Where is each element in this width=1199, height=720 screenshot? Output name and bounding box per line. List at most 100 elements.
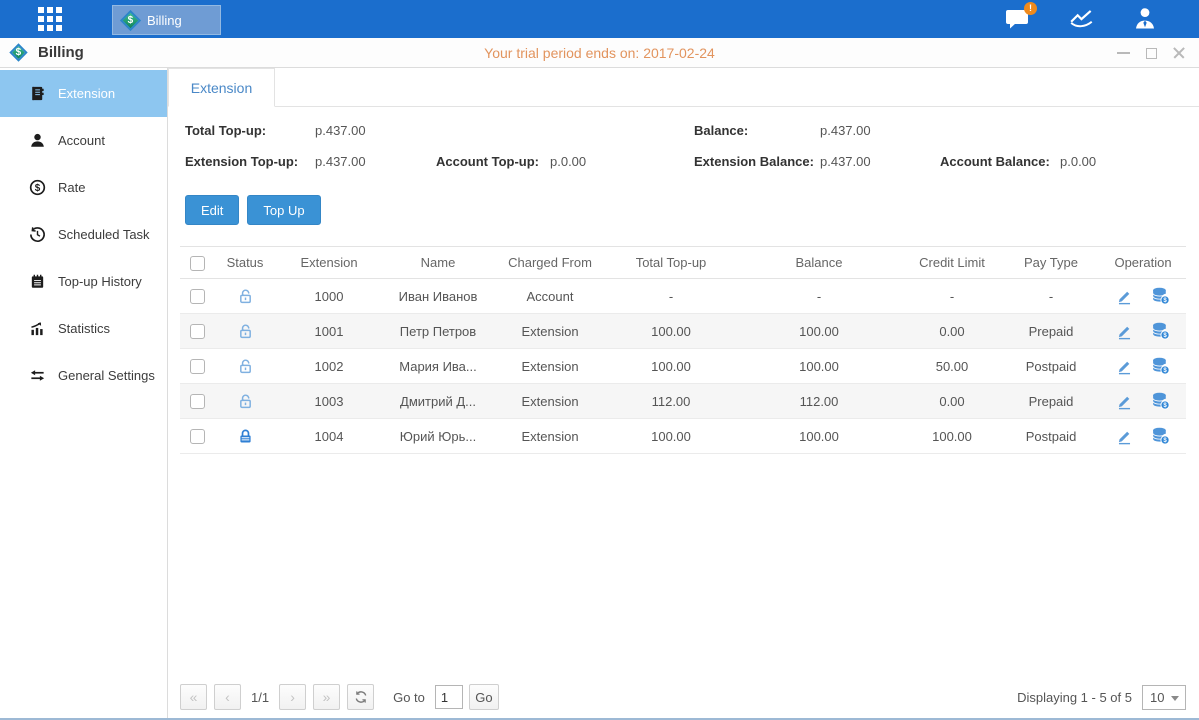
col-charged-from: Charged From — [494, 255, 606, 270]
cell-operation: $ — [1100, 357, 1186, 375]
edit-row-icon[interactable] — [1116, 358, 1133, 375]
account-topup-label: Account Top-up: — [436, 154, 539, 169]
chevron-down-icon — [1171, 696, 1179, 701]
close-button[interactable] — [1173, 47, 1185, 59]
table-row: 1003 Дмитрий Д... Extension 112.00 112.0… — [180, 384, 1186, 419]
refresh-button[interactable] — [347, 684, 374, 710]
col-operation: Operation — [1100, 255, 1186, 270]
sidebar-label: Top-up History — [58, 274, 142, 289]
edit-row-icon[interactable] — [1116, 393, 1133, 410]
unlocked-icon — [237, 393, 254, 410]
extension-table: Status Extension Name Charged From Total… — [180, 246, 1186, 454]
select-all-checkbox[interactable] — [190, 256, 205, 271]
sidebar-item-account[interactable]: Account — [0, 117, 167, 164]
cell-name: Мария Ива... — [382, 359, 494, 374]
sidebar-item-topup-history[interactable]: Top-up History — [0, 258, 167, 305]
sidebar-item-rate[interactable]: $ Rate — [0, 164, 167, 211]
cell-extension: 1004 — [276, 429, 382, 444]
cell-name: Дмитрий Д... — [382, 394, 494, 409]
balance-summary: Total Top-up: p.437.00 Balance: p.437.00… — [168, 107, 1199, 183]
total-topup-label: Total Top-up: — [185, 123, 266, 138]
row-checkbox[interactable] — [190, 289, 205, 304]
statistics-chart-icon — [29, 320, 46, 337]
last-page-button[interactable]: » — [313, 684, 340, 710]
refresh-icon — [354, 690, 368, 704]
person-icon — [1133, 7, 1157, 29]
statistics-monitor-icon[interactable] — [1069, 7, 1095, 31]
trial-notice: Your trial period ends on: 2017-02-24 — [0, 45, 1199, 61]
cell-name: Петр Петров — [382, 324, 494, 339]
cell-charged-from: Extension — [494, 429, 606, 444]
status-lock-icon — [214, 392, 276, 409]
sidebar-label: Extension — [58, 86, 115, 101]
edit-button[interactable]: Edit — [185, 195, 239, 225]
col-balance: Balance — [736, 255, 902, 270]
cell-total-topup: 100.00 — [606, 324, 736, 339]
goto-page-input[interactable] — [435, 685, 463, 709]
cell-extension: 1001 — [276, 324, 382, 339]
first-page-button[interactable]: « — [180, 684, 207, 710]
svg-text:$: $ — [1163, 402, 1167, 409]
table-row: 1001 Петр Петров Extension 100.00 100.00… — [180, 314, 1186, 349]
page-size-select[interactable]: 10 — [1142, 685, 1186, 710]
unlocked-icon — [237, 323, 254, 340]
user-account-icon[interactable] — [1133, 7, 1159, 31]
row-checkbox[interactable] — [190, 359, 205, 374]
window-title: Billing — [38, 44, 84, 61]
sidebar-item-general-settings[interactable]: General Settings — [0, 352, 167, 399]
sidebar-item-extension[interactable]: Extension — [0, 70, 167, 117]
app-tab-billing[interactable]: $ Billing — [112, 5, 221, 35]
top-up-row-icon[interactable]: $ — [1151, 357, 1170, 375]
maximize-button[interactable] — [1146, 48, 1157, 59]
edit-row-icon[interactable] — [1116, 323, 1133, 340]
cell-operation: $ — [1100, 287, 1186, 305]
cell-name: Юрий Юрь... — [382, 429, 494, 444]
svg-text:$: $ — [1163, 367, 1167, 374]
cell-charged-from: Extension — [494, 324, 606, 339]
line-chart-icon — [1069, 7, 1095, 29]
edit-row-icon[interactable] — [1116, 428, 1133, 445]
cell-balance: 100.00 — [736, 429, 902, 444]
unlocked-icon — [237, 288, 254, 305]
row-checkbox[interactable] — [190, 394, 205, 409]
table-header: Status Extension Name Charged From Total… — [180, 246, 1186, 279]
table-body: 1000 Иван Иванов Account - - - - $ — [180, 279, 1186, 454]
go-button[interactable]: Go — [469, 684, 499, 710]
minimize-button[interactable] — [1117, 52, 1130, 54]
scheduled-task-clock-icon — [29, 226, 46, 243]
next-page-button[interactable]: › — [279, 684, 306, 710]
billing-app-window: $ Billing ! — [0, 0, 1199, 720]
messages-icon[interactable]: ! — [1005, 7, 1031, 31]
top-up-button[interactable]: Top Up — [247, 195, 320, 225]
cell-operation: $ — [1100, 427, 1186, 445]
app-tab-label: Billing — [147, 13, 182, 28]
sidebar-label: Statistics — [58, 321, 110, 336]
cell-balance: 112.00 — [736, 394, 902, 409]
prev-page-button[interactable]: ‹ — [214, 684, 241, 710]
cell-total-topup: 100.00 — [606, 359, 736, 374]
account-topup-value: p.0.00 — [550, 154, 586, 169]
top-app-bar: $ Billing ! — [0, 0, 1199, 38]
cell-balance: 100.00 — [736, 359, 902, 374]
sidebar-item-scheduled-task[interactable]: Scheduled Task — [0, 211, 167, 258]
top-up-row-icon[interactable]: $ — [1151, 392, 1170, 410]
row-checkbox[interactable] — [190, 429, 205, 444]
edit-row-icon[interactable] — [1116, 288, 1133, 305]
balance-label: Balance: — [694, 123, 748, 138]
cell-credit-limit: 0.00 — [902, 324, 1002, 339]
extension-topup-label: Extension Top-up: — [185, 154, 298, 169]
top-up-row-icon[interactable]: $ — [1151, 287, 1170, 305]
top-up-row-icon[interactable]: $ — [1151, 322, 1170, 340]
cell-charged-from: Extension — [494, 394, 606, 409]
sidebar-item-statistics[interactable]: Statistics — [0, 305, 167, 352]
app-launcher-icon[interactable] — [38, 7, 70, 31]
cell-charged-from: Extension — [494, 359, 606, 374]
account-balance-label: Account Balance: — [940, 154, 1050, 169]
topup-history-notebook-icon — [29, 273, 46, 290]
billing-window-icon: $ — [9, 43, 27, 61]
top-up-row-icon[interactable]: $ — [1151, 427, 1170, 445]
table-row: 1004 Юрий Юрь... Extension 100.00 100.00… — [180, 419, 1186, 454]
svg-text:$: $ — [1163, 297, 1167, 304]
row-checkbox[interactable] — [190, 324, 205, 339]
tab-extension[interactable]: Extension — [168, 68, 275, 107]
